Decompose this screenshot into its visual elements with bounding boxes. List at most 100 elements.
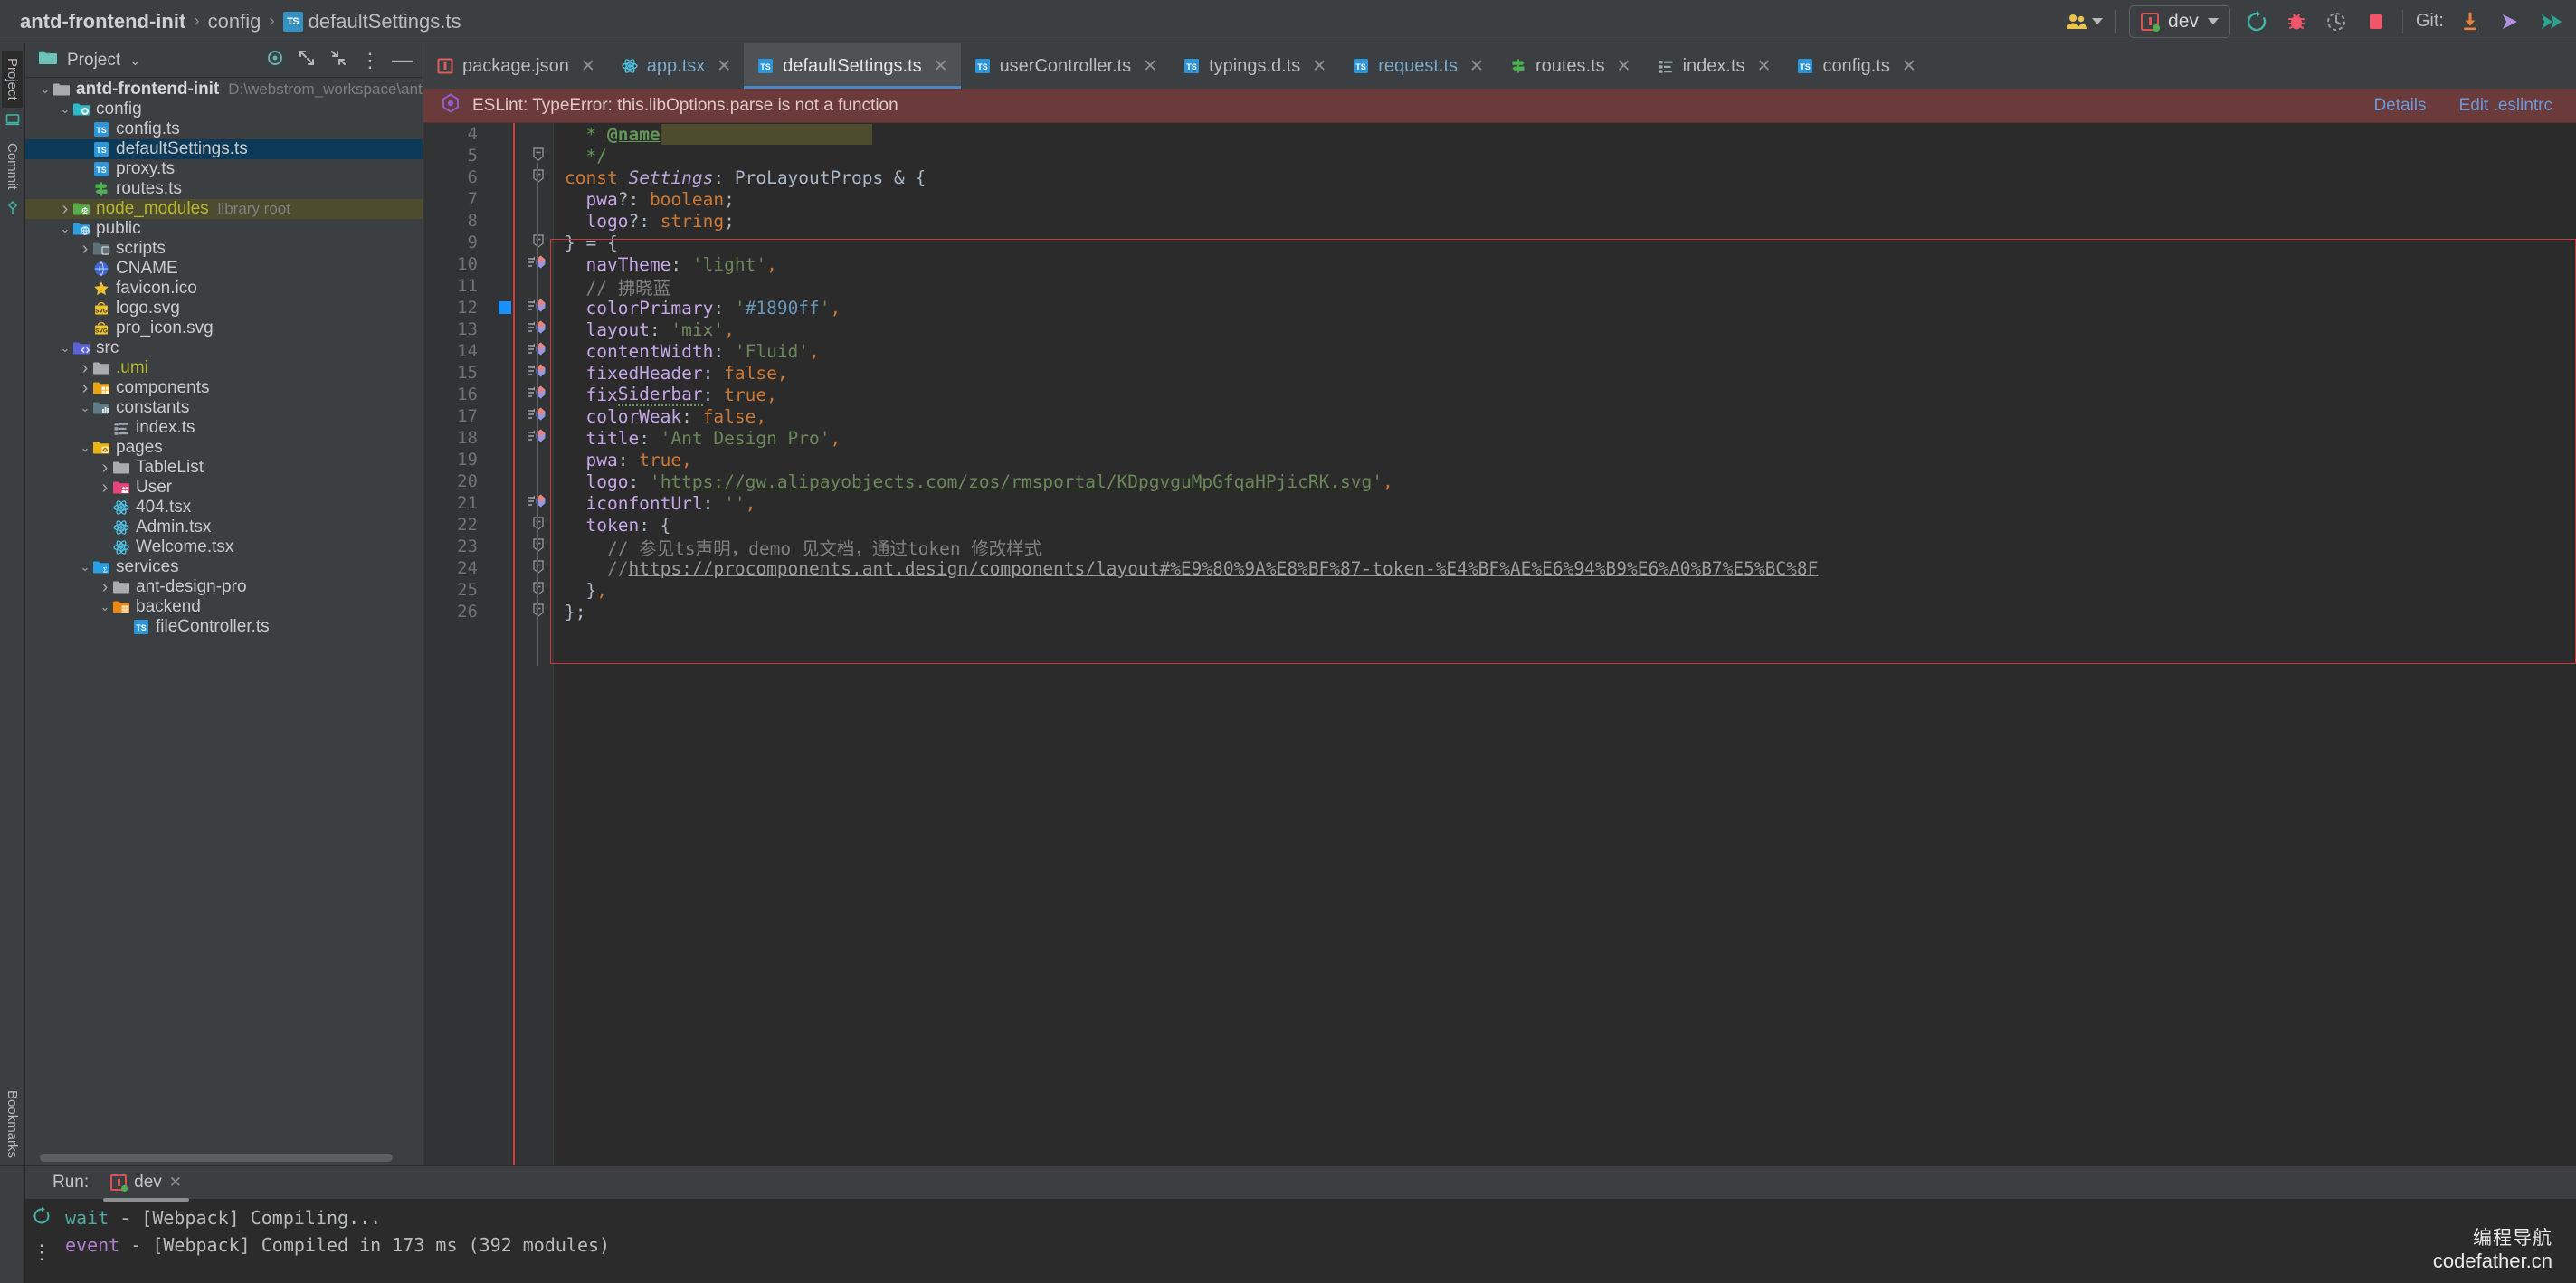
- code-line[interactable]: pwa?: boolean;: [565, 188, 2576, 210]
- tree-item-ant-design-pro[interactable]: › ant-design-pro: [25, 577, 423, 597]
- close-icon[interactable]: ✕: [1902, 56, 1916, 77]
- tree-item-cname[interactable]: CNAME: [25, 259, 423, 279]
- eslint-edit-config-link[interactable]: Edit .eslintrc: [2459, 96, 2552, 116]
- tree-item-index-ts[interactable]: index.ts: [25, 418, 423, 438]
- tree-horizontal-scrollbar[interactable]: [40, 1154, 393, 1162]
- tree-item-scripts[interactable]: › scripts: [25, 239, 423, 259]
- structure-icon[interactable]: [5, 112, 20, 131]
- chevron-down-icon[interactable]: [2207, 18, 2219, 24]
- tree-item-pages[interactable]: ⌄ pages: [25, 438, 423, 458]
- code-line[interactable]: contentWidth: 'Fluid',: [565, 340, 2576, 362]
- close-icon[interactable]: ✕: [1469, 56, 1484, 77]
- chevron-down-icon[interactable]: ⌄: [58, 219, 72, 239]
- code-line[interactable]: fixedHeader: false,: [565, 362, 2576, 384]
- tree-item-services[interactable]: ⌄ Σservices: [25, 557, 423, 577]
- code-line[interactable]: title: 'Ant Design Pro',: [565, 427, 2576, 449]
- commit-branch-icon[interactable]: [6, 201, 19, 220]
- breadcrumb-folder[interactable]: config: [208, 10, 261, 33]
- code-line[interactable]: fix Siderbar: true,: [565, 384, 2576, 406]
- debug-icon[interactable]: [2283, 8, 2310, 35]
- tree-item-logo-svg[interactable]: SVG logo.svg: [25, 299, 423, 318]
- editor-tab-usercontroller-ts[interactable]: TS userController.ts ✕: [961, 43, 1171, 89]
- tree-item-tablelist[interactable]: › TableList: [25, 458, 423, 478]
- gutter-icons[interactable]: [489, 301, 523, 314]
- tree-item-node-modules[interactable]: › JS node_modules library root: [25, 199, 423, 219]
- chevron-right-icon[interactable]: ›: [78, 378, 92, 398]
- chevron-down-icon[interactable]: ⌄: [78, 398, 92, 418]
- code-line[interactable]: // 参见ts声明，demo 见文档，通过token 修改样式: [565, 536, 2576, 559]
- tree-item-constants[interactable]: ⌄ constants: [25, 398, 423, 418]
- tree-item-admin-tsx[interactable]: Admin.tsx: [25, 518, 423, 537]
- code-line[interactable]: iconfontUrl: '',: [565, 492, 2576, 514]
- editor-gutter[interactable]: 4 5 6 7 8 9 10 11 12 13 14 15 16 17 18 19 20 21 22 23 24 25 26: [423, 123, 523, 1165]
- chevron-right-icon[interactable]: ›: [58, 199, 72, 219]
- update-project-icon[interactable]: [2457, 8, 2484, 35]
- editor-tab-routes-ts[interactable]: routes.ts ✕: [1497, 43, 1644, 89]
- run-icon[interactable]: [2243, 8, 2270, 35]
- tree-item-pro-icon-svg[interactable]: SVG pro_icon.svg: [25, 318, 423, 338]
- more-options-icon[interactable]: ⋮: [32, 1242, 52, 1262]
- code-line[interactable]: // 拂晓蓝: [565, 275, 2576, 299]
- expand-all-icon[interactable]: [297, 48, 317, 72]
- code-line[interactable]: token: {: [565, 514, 2576, 536]
- code-line[interactable]: pwa: true,: [565, 449, 2576, 470]
- code-line[interactable]: * @name: [565, 123, 2576, 145]
- chevron-down-icon[interactable]: ⌄: [58, 338, 72, 358]
- code-line[interactable]: colorWeak: false,: [565, 405, 2576, 427]
- tree-item-components[interactable]: › components: [25, 378, 423, 398]
- run-configuration-selector[interactable]: dev: [2129, 5, 2230, 38]
- code-line[interactable]: colorPrimary: ' #1890ff ',: [565, 297, 2576, 318]
- eslint-details-link[interactable]: Details: [2373, 96, 2426, 116]
- chevron-right-icon[interactable]: ›: [98, 478, 112, 498]
- color-swatch[interactable]: [499, 301, 511, 314]
- tree-item-404-tsx[interactable]: 404.tsx: [25, 498, 423, 518]
- chevron-right-icon[interactable]: ›: [98, 577, 112, 597]
- code-line[interactable]: const Settings: ProLayoutProps & {: [565, 166, 2576, 188]
- editor-tab-package-json[interactable]: package.json ✕: [423, 43, 608, 89]
- chevron-right-icon[interactable]: ›: [98, 458, 112, 478]
- chevron-down-icon[interactable]: ⌄: [58, 100, 72, 119]
- chevron-down-icon[interactable]: [2092, 18, 2104, 24]
- tree-item-user[interactable]: › User: [25, 478, 423, 498]
- collapse-all-icon[interactable]: [328, 48, 348, 72]
- tree-item-public[interactable]: ⌄ public: [25, 219, 423, 239]
- breadcrumb-file[interactable]: defaultSettings.ts: [309, 10, 461, 33]
- project-tree[interactable]: ⌄ antd-frontend-init D:\webstrom_workspace…: [25, 78, 423, 1165]
- editor-tab-defaultsettings-ts[interactable]: TS defaultSettings.ts ✕: [744, 43, 961, 89]
- run-tab-dev[interactable]: dev ✕: [103, 1169, 189, 1202]
- code-line[interactable]: logo: ' https://gw.alipayobjects.com/zos/…: [565, 470, 2576, 492]
- editor-tab-index-ts[interactable]: index.ts ✕: [1644, 43, 1784, 89]
- close-icon[interactable]: ✕: [1143, 56, 1157, 77]
- tree-item-src[interactable]: ⌄ src: [25, 338, 423, 358]
- tree-item-config[interactable]: ⌄ config: [25, 100, 423, 119]
- chevron-down-icon[interactable]: ⌄: [78, 438, 92, 458]
- code-line[interactable]: } = {: [565, 232, 2576, 253]
- code-line[interactable]: */: [565, 145, 2576, 166]
- tree-item--umi[interactable]: › .umi: [25, 358, 423, 378]
- close-icon[interactable]: ✕: [1757, 56, 1772, 77]
- tree-item-config-ts[interactable]: TS config.ts: [25, 119, 423, 139]
- close-icon[interactable]: ✕: [169, 1174, 182, 1192]
- code-line[interactable]: logo?: string;: [565, 210, 2576, 232]
- tree-item-backend[interactable]: ⌄ backend: [25, 597, 423, 617]
- tree-item-favicon-ico[interactable]: favicon.ico: [25, 279, 423, 299]
- code-line[interactable]: layout: 'mix',: [565, 318, 2576, 340]
- breadcrumb-project[interactable]: antd-frontend-init: [20, 10, 185, 33]
- sidebar-item-bookmarks[interactable]: Bookmarks: [2, 1083, 23, 1165]
- push-icon[interactable]: [2496, 8, 2524, 35]
- code-line[interactable]: };: [565, 601, 2576, 622]
- chevron-right-icon[interactable]: ›: [78, 358, 92, 378]
- rerun-icon[interactable]: [32, 1206, 52, 1231]
- tree-item-defaultsettings-ts[interactable]: TS defaultSettings.ts: [25, 139, 423, 159]
- close-icon[interactable]: ✕: [717, 56, 731, 77]
- chevron-down-icon[interactable]: ⌄: [78, 557, 92, 577]
- tree-item-filecontroller-ts[interactable]: TS fileController.ts: [25, 617, 423, 637]
- close-icon[interactable]: ✕: [934, 56, 948, 77]
- chevron-down-icon[interactable]: ⌄: [129, 52, 141, 69]
- users-icon[interactable]: [2066, 13, 2104, 31]
- commit-icon[interactable]: [2536, 8, 2563, 35]
- coverage-icon[interactable]: [2323, 8, 2350, 35]
- editor-tab-typings-d-ts[interactable]: TS typings.d.ts ✕: [1170, 43, 1339, 89]
- close-icon[interactable]: ✕: [1312, 56, 1326, 77]
- tree-item-routes-ts[interactable]: routes.ts: [25, 179, 423, 199]
